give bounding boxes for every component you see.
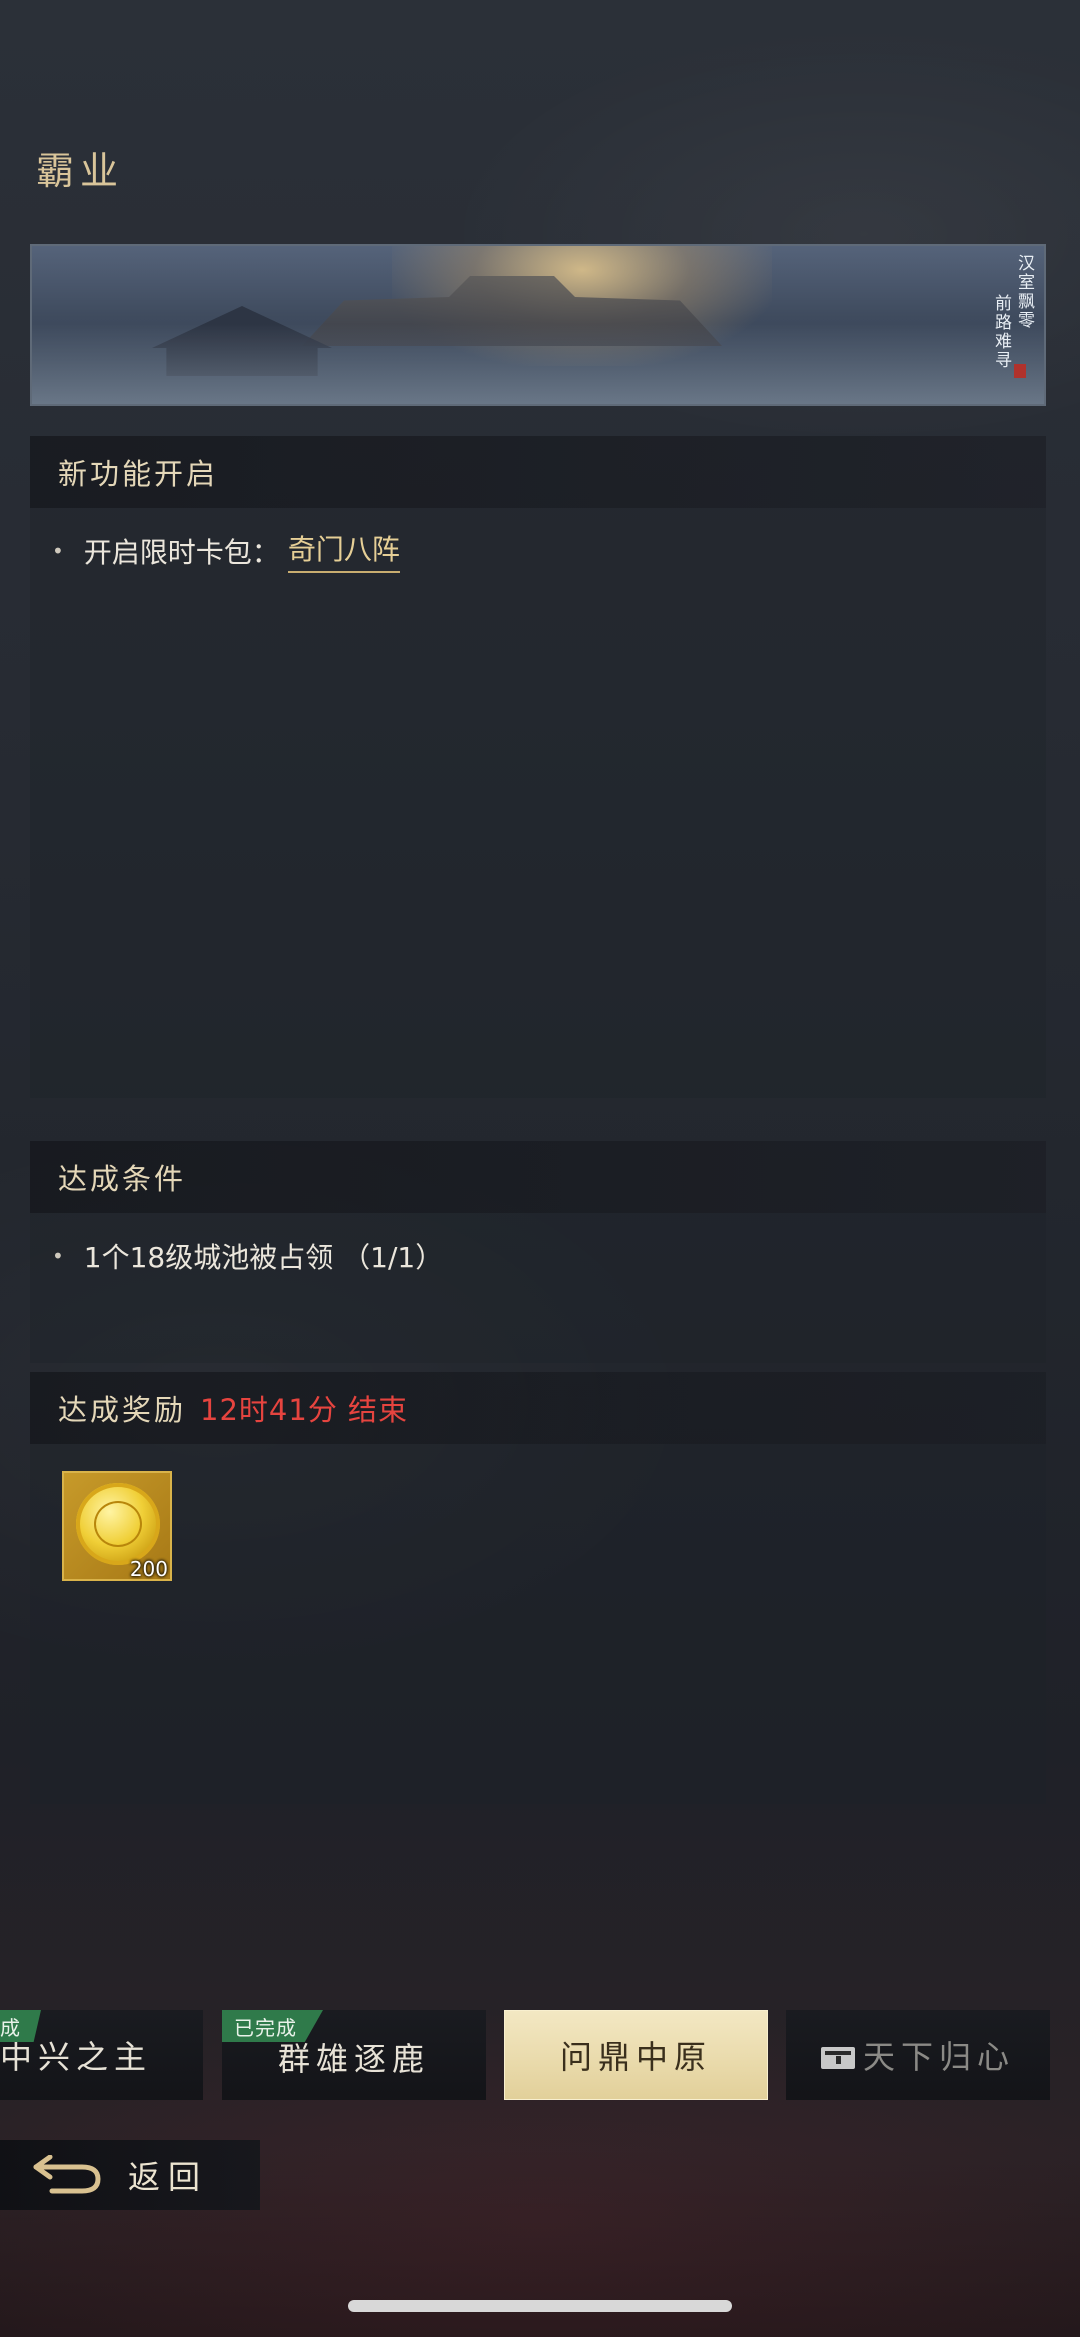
banner-seal: [1014, 364, 1026, 378]
page-title: 霸业: [36, 149, 125, 193]
reward-quantity: 200: [129, 1557, 168, 1581]
reward-item[interactable]: 200: [62, 1471, 172, 1581]
rewards-heading: 达成奖励: [58, 1393, 187, 1427]
conditions-header: 达成条件: [30, 1141, 1046, 1213]
new-feature-item: • 开启限时卡包： 奇门八阵: [52, 528, 400, 573]
rewards-header: 达成奖励 12时41分 结束: [30, 1372, 1046, 1444]
condition-text: 1个18级城池被占领 （1/1）: [83, 1241, 444, 1274]
new-feature-panel: [30, 508, 1046, 1098]
home-indicator[interactable]: [348, 2300, 732, 2312]
tab-qunxiong[interactable]: 已完成 群雄逐鹿: [222, 2010, 486, 2100]
banner-mist: [32, 324, 1044, 404]
rewards-timer: 12时41分 结束: [200, 1393, 409, 1427]
tab-wending[interactable]: 问鼎中原: [504, 2010, 768, 2100]
tab-label: 问鼎中原: [559, 2038, 712, 2076]
rewards-panel: [30, 1444, 1046, 1804]
condition-item: • 1个18级城池被占领 （1/1）: [52, 1236, 443, 1276]
gold-coin-icon: [76, 1483, 160, 1565]
lock-icon: [820, 2041, 855, 2069]
back-arrow-icon: [33, 2155, 101, 2194]
banner-poem-line-2: 前路难寻: [991, 294, 1011, 370]
banner-poem-line-1: 汉室飘零: [1014, 254, 1034, 330]
banner-poem: 汉室飘零 前路难寻: [991, 254, 1034, 370]
back-button[interactable]: 返回: [0, 2140, 260, 2210]
bullet-icon: •: [52, 1244, 64, 1268]
back-label: 返回: [128, 2158, 209, 2196]
tab-zhongxing[interactable]: 中兴之主 成: [0, 2010, 203, 2100]
new-feature-header: 新功能开启: [30, 436, 1046, 508]
chapter-banner: 汉室飘零 前路难寻: [30, 244, 1046, 406]
new-feature-heading: 新功能开启: [58, 457, 219, 491]
tab-tianxia[interactable]: 天下归心: [786, 2010, 1050, 2100]
new-feature-item-prefix: 开启限时卡包：: [83, 535, 280, 569]
conditions-heading: 达成条件: [58, 1162, 187, 1196]
card-pack-link[interactable]: 奇门八阵: [287, 528, 400, 573]
bullet-icon: •: [52, 538, 64, 563]
tab-label: 天下归心: [862, 2038, 1015, 2076]
